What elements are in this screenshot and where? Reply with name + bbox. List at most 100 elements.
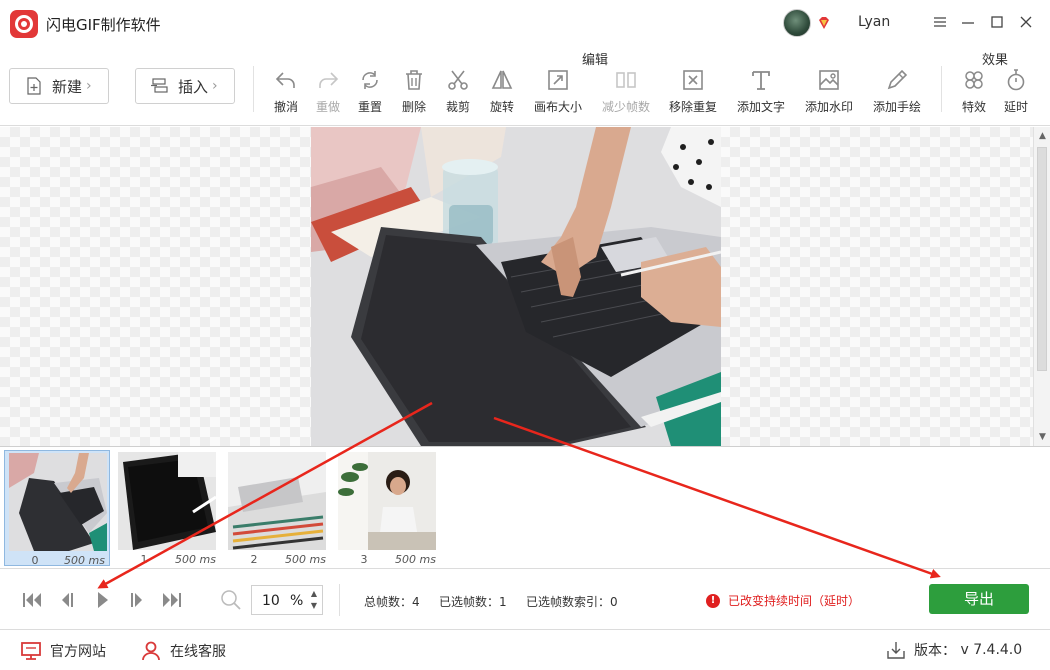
remove-duplicate-icon [683,70,703,90]
vip-diamond-icon[interactable] [816,15,832,31]
scroll-up-icon[interactable]: ▲ [1037,130,1048,142]
remove-duplicate-label: 移除重复 [668,100,717,114]
new-button[interactable]: 新建 › [9,68,109,104]
version-info[interactable]: 版本： v 7.4.4.0 [886,640,1022,660]
frame-index: 0 [31,554,39,567]
canvas-size-label: 画布大小 [533,100,582,114]
toolbar-divider [941,66,942,112]
frame-index: 3 [360,553,368,566]
online-support-link[interactable]: 在线客服 [140,640,226,662]
frame-thumbnail[interactable]: 2 500 ms [224,450,330,566]
canvas-size-icon [548,70,568,90]
user-avatar[interactable] [783,9,811,37]
rotate-button[interactable]: 旋转 [472,68,532,118]
scrollbar-thumb[interactable] [1037,147,1047,371]
delay-button[interactable]: 延时 [986,68,1046,118]
remove-duplicate-button[interactable]: 移除重复 [663,68,723,118]
frame-duration[interactable]: 500 ms [175,553,216,566]
frame-preview[interactable] [311,127,721,446]
total-frames-stat: 总帧数：4 [364,593,420,610]
frame-duration[interactable]: 500 ms [285,553,326,566]
canvas-size-button[interactable]: 画布大小 [528,68,588,118]
redo-icon [319,72,339,88]
monitor-icon [21,642,41,660]
play-icon[interactable] [90,588,114,612]
rotate-label: 旋转 [489,100,514,114]
insert-icon [151,78,168,93]
menu-icon[interactable] [930,12,950,32]
add-text-button[interactable]: 添加文字 [731,68,791,118]
canvas-scrollbar[interactable]: ▲ ▼ [1033,127,1050,446]
add-text-icon [752,71,770,90]
playback-divider [339,584,340,616]
close-icon[interactable] [1016,12,1036,32]
zoom-input[interactable]: 10 % ▲ ▼ [251,585,323,615]
scroll-down-icon[interactable]: ▼ [1037,431,1048,443]
effects-icon [965,71,983,89]
zoom-decrease-icon[interactable]: ▼ [308,600,320,612]
app-title: 闪电GIF制作软件 [46,16,161,34]
effects-group-label: 效果 [982,53,1009,68]
add-text-label: 添加文字 [736,100,785,114]
download-icon [887,642,905,659]
selected-index-stat: 已选帧数索引：0 [526,593,618,610]
delay-label: 延时 [1003,100,1028,114]
frame-duration[interactable]: 500 ms [395,553,436,566]
first-frame-icon[interactable] [20,588,44,612]
scissors-icon [448,70,468,90]
frame-thumbnail[interactable]: 3 500 ms [334,450,440,566]
frame-index: 2 [250,553,258,566]
frame-thumbnail[interactable]: 1 500 ms [114,450,220,566]
next-frame-icon[interactable] [124,588,148,612]
version-label: 版本： [914,643,956,659]
canvas-area[interactable]: ▲ ▼ [0,127,1050,447]
add-watermark-label: 添加水印 [804,100,853,114]
maximize-icon[interactable] [987,12,1007,32]
duration-warning: ! 已改变持续时间（延时） [706,592,860,609]
selected-index-value: 0 [610,595,618,609]
selected-frames-label: 已选帧数： [439,595,500,609]
reduce-frames-button[interactable]: 减少帧数 [596,68,656,118]
frame-thumbnail[interactable]: 0 500 ms [4,450,110,567]
frame-3-image [338,452,436,550]
total-frames-label: 总帧数： [364,595,413,609]
export-button[interactable]: 导出 [929,584,1029,614]
total-frames-value: 4 [412,595,420,609]
insert-button[interactable]: 插入 › [135,68,235,104]
chevron-right-icon: › [212,78,218,94]
insert-button-label: 插入 [178,77,209,96]
zoom-increase-icon[interactable]: ▲ [308,588,320,600]
last-frame-icon[interactable] [160,588,184,612]
previous-frame-icon[interactable] [56,588,80,612]
zoom-icon [221,590,241,610]
laptop-photo-image [311,127,721,446]
frame-1-image [118,452,216,550]
playback-bar: 10 % ▲ ▼ 总帧数：4 已选帧数：1 已选帧数索引：0 ! 已改变持续时间… [0,570,1050,630]
new-file-icon [27,77,41,95]
official-website-link[interactable]: 官方网站 [20,640,106,662]
add-watermark-icon [819,70,839,90]
pen-icon [887,69,908,90]
add-drawing-button[interactable]: 添加手绘 [867,68,927,118]
user-support-icon [142,641,160,661]
zoom-value[interactable]: 10 [262,593,280,609]
reduce-frames-icon [616,72,636,88]
selected-frames-stat: 已选帧数：1 [439,593,507,610]
username[interactable]: Lyan [858,14,890,30]
frame-0-image [9,453,107,551]
frame-2-image [228,452,326,550]
toolbar: 新建 › 插入 › 编辑 撤消 重做 重置 删除 裁剪 旋转 画布大小 减少帧数 [0,46,1050,126]
reduce-frames-label: 减少帧数 [601,100,650,114]
new-button-label: 新建 [52,77,83,96]
frames-strip: 0 500 ms 1 500 ms 2 500 ms 3 500 ms [0,447,1050,569]
rotate-icon [491,70,513,89]
version-value: v 7.4.4.0 [960,642,1023,658]
frame-index: 1 [140,553,148,566]
frame-duration[interactable]: 500 ms [64,554,105,567]
minimize-icon[interactable] [958,12,978,32]
selected-frames-value: 1 [499,595,507,609]
stopwatch-icon [1007,69,1025,91]
selected-index-label: 已选帧数索引： [526,595,611,609]
add-watermark-button[interactable]: 添加水印 [799,68,859,118]
online-support-label: 在线客服 [170,644,226,660]
